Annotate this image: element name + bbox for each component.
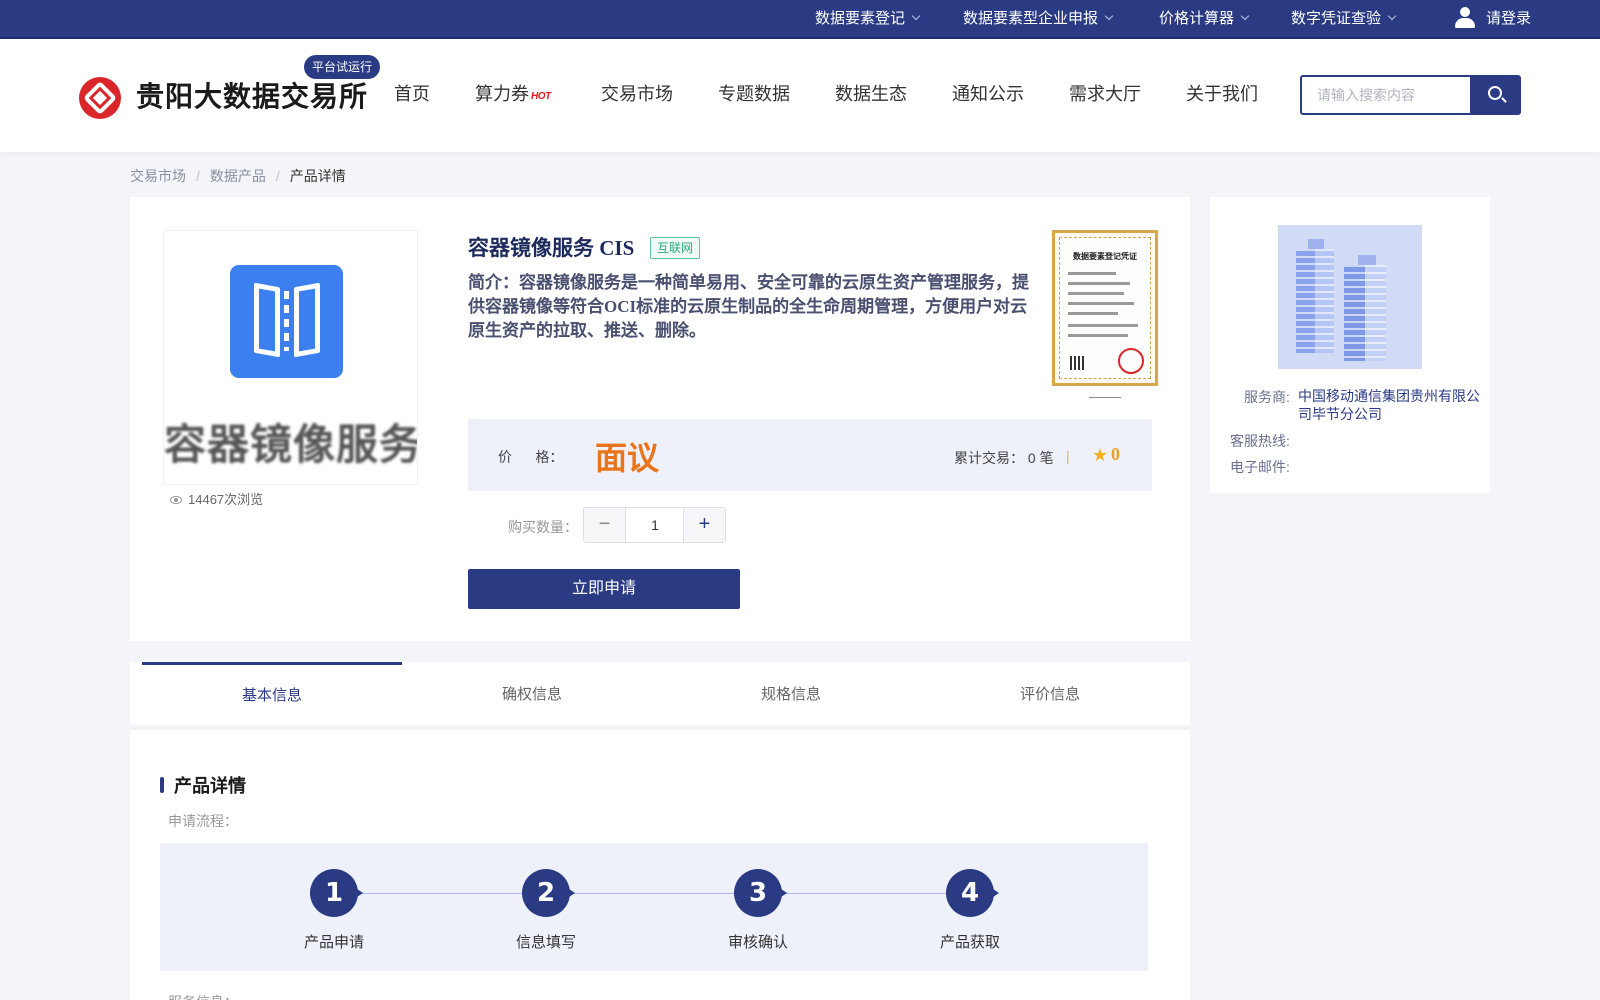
topbar-item-label: 数字凭证查验 — [1291, 10, 1382, 27]
service-provider-value[interactable]: 中国移动通信集团贵州有限公司毕节分公司 — [1298, 387, 1482, 423]
step-label: 审核确认 — [727, 934, 788, 951]
breadcrumb-separator: / — [196, 168, 200, 184]
tab-review-info[interactable]: 评价信息 — [920, 662, 1180, 725]
price-value: 面议 — [595, 440, 660, 476]
view-count: 14467次浏览 — [170, 489, 263, 508]
topbar-item-enterprise-declaration[interactable]: 数据要素型企业申报 — [963, 0, 1114, 38]
logo-icon[interactable] — [79, 77, 121, 119]
search-button[interactable] — [1471, 75, 1521, 115]
section-title: 产品详情 — [174, 776, 246, 796]
apply-flow: 1 产品申请 2 信息填写 3 审核确认 4 产品获取 — [160, 843, 1148, 971]
product-description: 简介：容器镜像服务是一种简单易用、安全可靠的云原生资产管理服务，提供容器镜像等符… — [468, 273, 1029, 340]
breadcrumb: 交易市场 / 数据产品 / 产品详情 — [130, 166, 346, 186]
registration-certificate-image[interactable]: 数据要素登记凭证 — [1052, 230, 1158, 386]
nav-item-demand-hall[interactable]: 需求大厅 — [1069, 79, 1141, 109]
chevron-down-icon — [911, 11, 921, 21]
plus-icon[interactable]: + — [683, 508, 725, 542]
topbar-item-data-registration[interactable]: 数据要素登记 — [815, 0, 921, 38]
quantity-label: 购买数量： — [508, 519, 578, 535]
minus-icon[interactable]: − — [584, 508, 626, 542]
rating-count: 0 — [1111, 444, 1120, 464]
site-logo-text[interactable]: 贵阳大数据交易所 — [136, 75, 368, 115]
nav-item-trading-market[interactable]: 交易市场 — [601, 79, 673, 109]
price-label: 价 格： — [498, 449, 564, 465]
step-number: 4 — [946, 869, 999, 917]
nav-item-home[interactable]: 首页 — [394, 79, 430, 109]
tab-spec-info[interactable]: 规格信息 — [661, 662, 921, 725]
breadcrumb-separator: / — [275, 168, 280, 184]
step-label: 产品申请 — [303, 934, 364, 951]
search-input[interactable] — [1300, 75, 1472, 115]
category-tag: 互联网 — [650, 237, 701, 259]
tab-basic-info[interactable]: 基本信息 — [142, 662, 402, 725]
nav-item-compute-voucher[interactable]: 算力券 — [475, 79, 529, 109]
product-summary-card: 容器镜像服务 14467次浏览 容器镜像服务 CIS 互联网 简介：容器镜像服务… — [130, 197, 1190, 641]
price-panel: 价 格： 面议 累计交易： 0 笔 | ★ 0 — [468, 419, 1152, 491]
apply-now-button[interactable]: 立即申请 — [468, 569, 740, 609]
quantity-value[interactable]: 1 — [626, 508, 684, 542]
certificate-indicator — [1089, 397, 1121, 398]
eye-icon — [170, 495, 182, 504]
building-illustration — [1278, 225, 1422, 369]
provider-card: 服务商: 中国移动通信集团贵州有限公司毕节分公司 客服热线: 电子邮件: — [1210, 197, 1490, 493]
service-provider-label: 服务商: — [1244, 389, 1290, 405]
product-image: 容器镜像服务 — [163, 230, 418, 485]
step-label: 信息填写 — [515, 934, 576, 951]
tab-rights-info[interactable]: 确权信息 — [402, 662, 662, 725]
chevron-down-icon — [1104, 11, 1114, 21]
step-number: 3 — [734, 869, 787, 917]
nav-item-topic-data[interactable]: 专题数据 — [718, 79, 790, 109]
step-number: 2 — [522, 869, 575, 917]
search-icon — [1488, 86, 1502, 100]
cumulative-trades: 累计交易： 0 笔 — [954, 450, 1054, 466]
divider: | — [1066, 448, 1070, 464]
email-label: 电子邮件: — [1230, 459, 1290, 475]
step-number: 1 — [310, 869, 363, 917]
star-icon: ★ — [1092, 445, 1109, 465]
chevron-down-icon — [1387, 11, 1397, 21]
seal-icon — [1118, 348, 1144, 374]
user-icon — [1454, 5, 1476, 29]
nav-item-announcements[interactable]: 通知公示 — [952, 79, 1024, 109]
topbar-item-label: 价格计算器 — [1159, 10, 1235, 27]
qr-code-icon — [1070, 356, 1084, 370]
service-info-label: 服务信息： — [168, 992, 238, 1000]
product-detail-section: 产品详情 申请流程： 1 产品申请 2 信息填写 3 审核确认 4 产品获取 服… — [130, 730, 1190, 1000]
flow-connector — [360, 893, 990, 894]
section-marker — [160, 777, 164, 793]
topbar-item-label: 数据要素登记 — [815, 10, 906, 27]
breadcrumb-item-current: 产品详情 — [289, 168, 346, 184]
certificate-title: 数据要素登记凭证 — [1073, 252, 1137, 261]
product-title: 容器镜像服务 CIS — [468, 236, 635, 260]
login-label: 请登录 — [1486, 10, 1532, 27]
topbar-item-certificate-check[interactable]: 数字凭证查验 — [1291, 0, 1397, 38]
chevron-down-icon — [1240, 11, 1250, 21]
breadcrumb-item-data-products[interactable]: 数据产品 — [210, 166, 266, 186]
apply-flow-label: 申请流程： — [168, 813, 238, 829]
trial-badge: 平台试运行 — [304, 55, 381, 79]
detail-tabs: 基本信息 确权信息 规格信息 评价信息 — [130, 662, 1190, 725]
product-image-caption: 容器镜像服务 — [164, 421, 418, 468]
top-utility-bar: 数据要素登记 数据要素型企业申报 价格计算器 数字凭证查验 请登录 — [0, 0, 1600, 39]
view-count-text: 14467次浏览 — [188, 492, 264, 507]
topbar-item-label: 数据要素型企业申报 — [963, 10, 1099, 27]
nav-item-data-ecosystem[interactable]: 数据生态 — [835, 79, 907, 109]
nav-item-about-us[interactable]: 关于我们 — [1186, 79, 1258, 109]
breadcrumb-item-market[interactable]: 交易市场 — [130, 166, 186, 186]
hotline-label: 客服热线: — [1230, 433, 1290, 449]
step-label: 产品获取 — [939, 934, 1000, 951]
topbar-item-price-calculator[interactable]: 价格计算器 — [1159, 0, 1250, 38]
hot-badge: HOT — [531, 91, 551, 102]
main-header: 贵阳大数据交易所 平台试运行 首页 算力券 HOT 交易市场 专题数据 数据生态… — [0, 39, 1600, 152]
login-link[interactable]: 请登录 — [1454, 0, 1531, 38]
container-image-icon — [230, 265, 343, 378]
quantity-stepper: − 1 + — [583, 507, 726, 543]
